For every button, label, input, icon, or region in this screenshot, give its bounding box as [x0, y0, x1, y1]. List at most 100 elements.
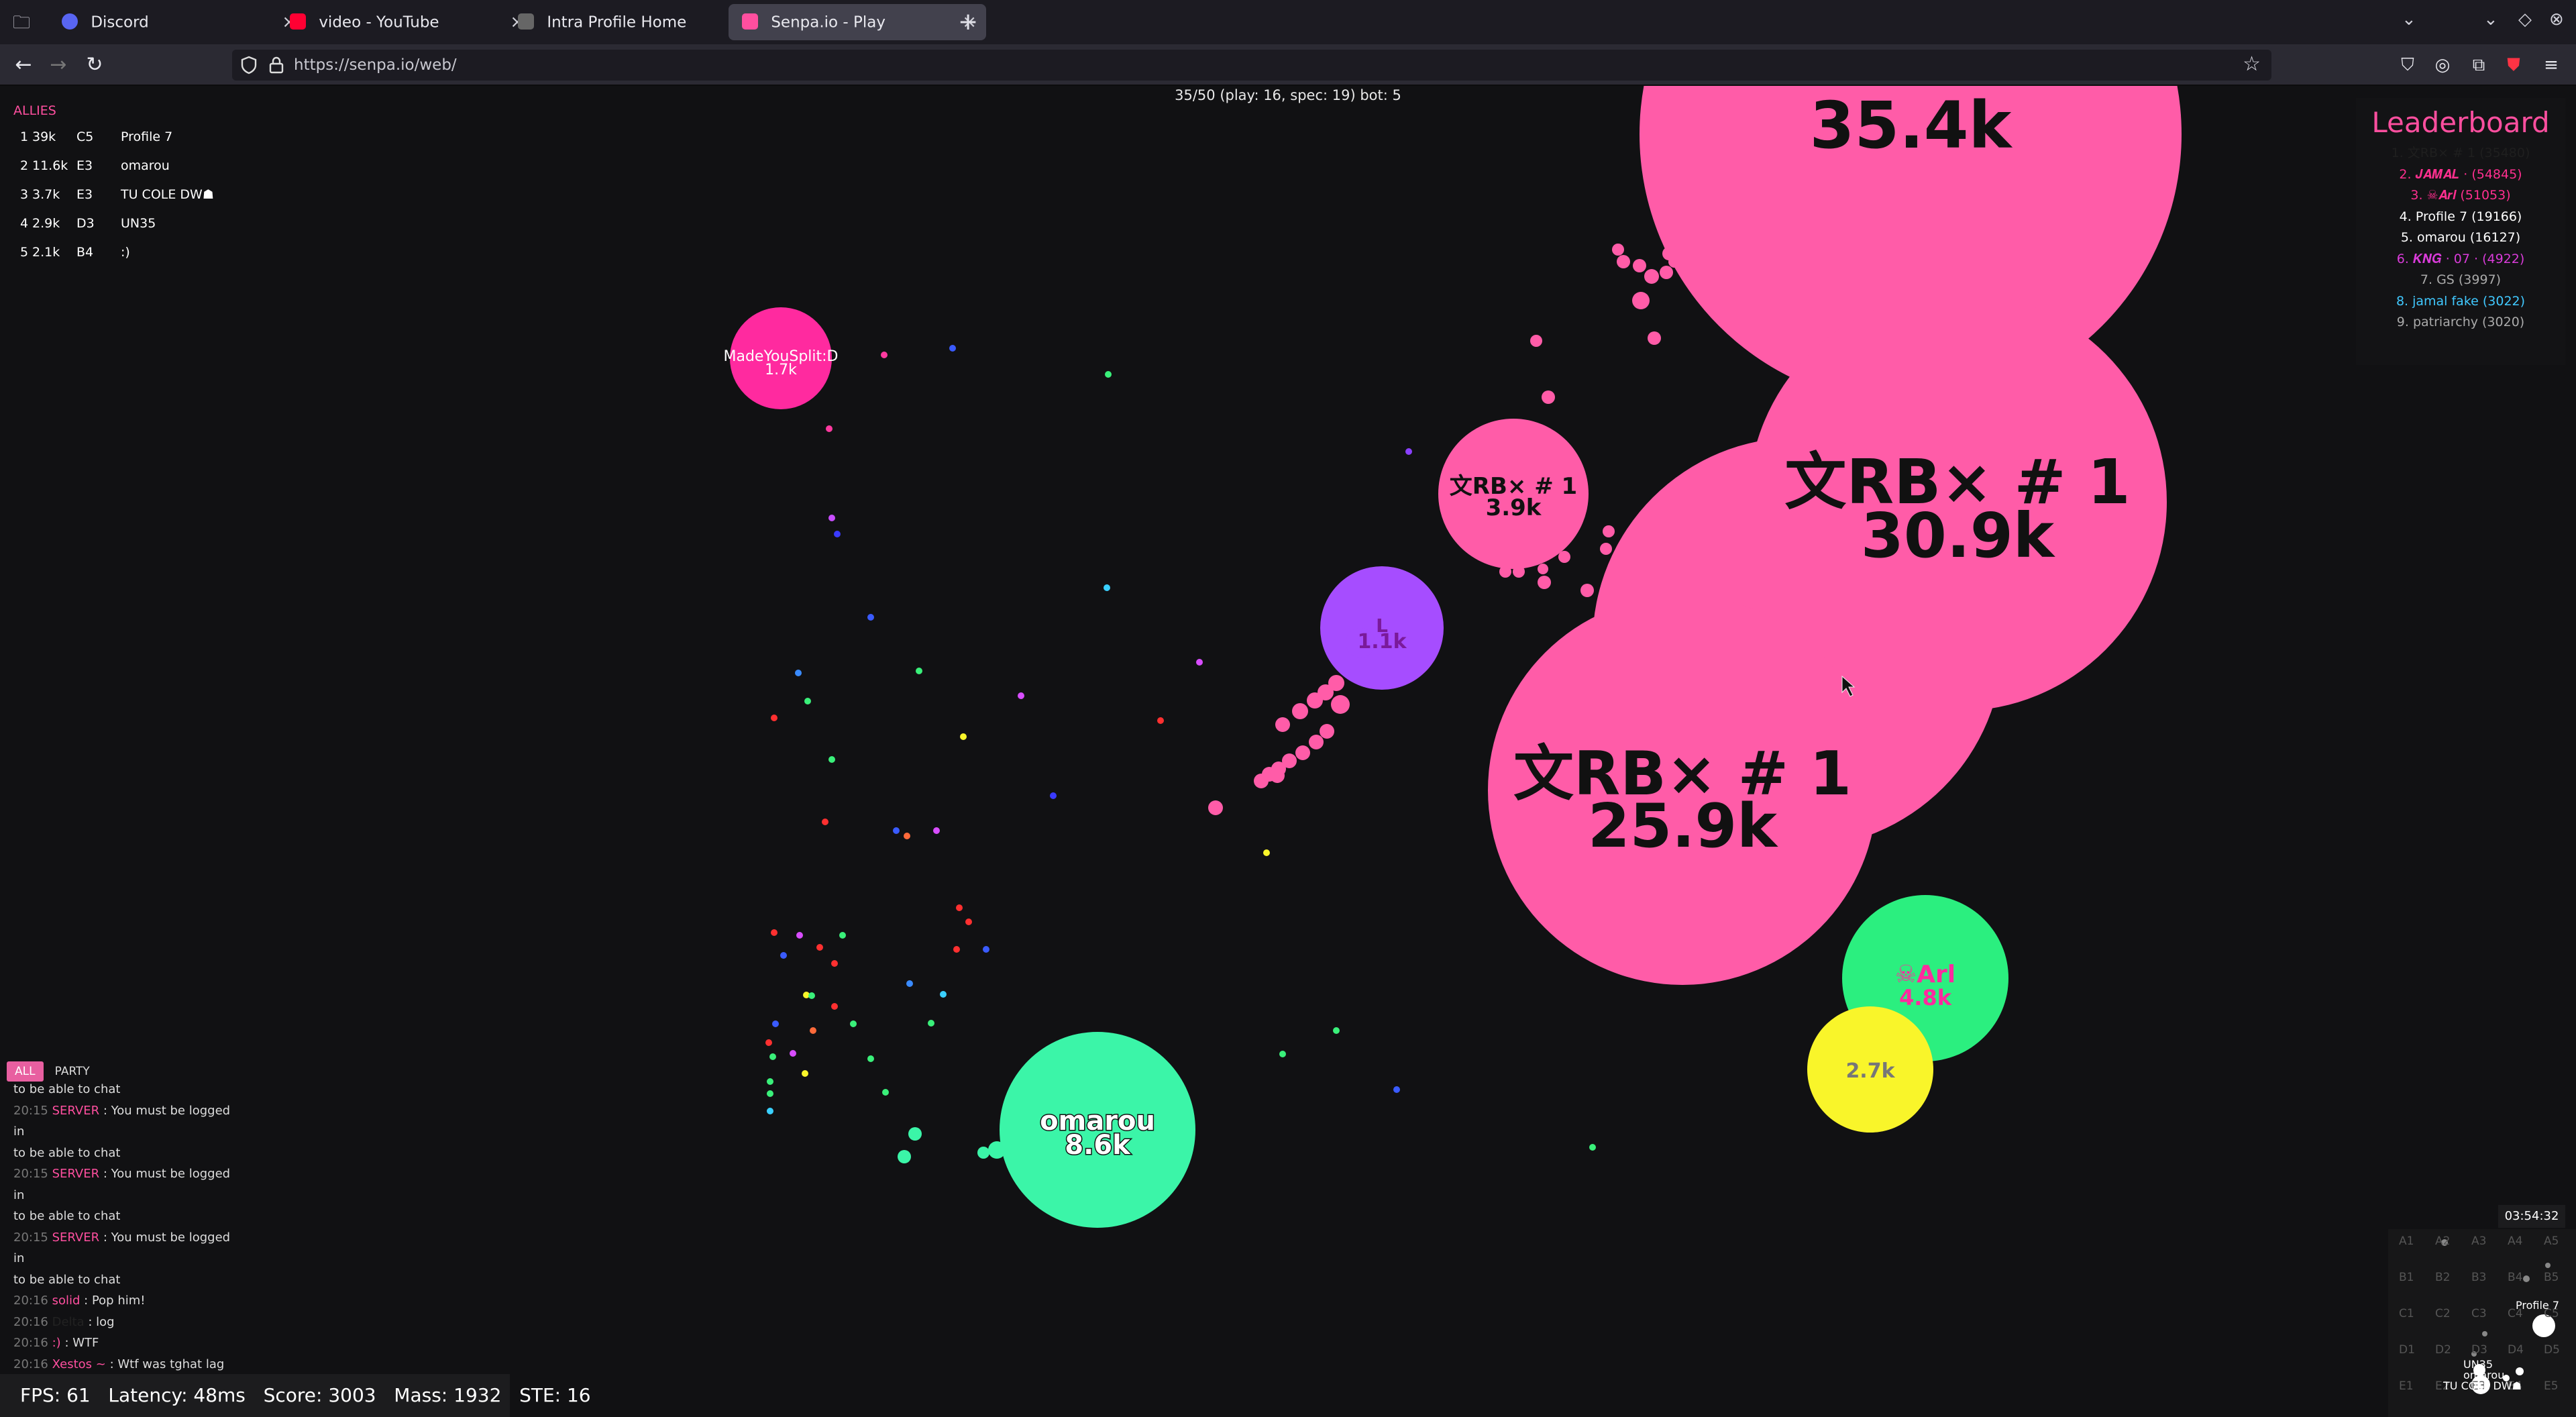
chat-text: : WTF [64, 1336, 99, 1350]
cell-mass: 3.9k [1486, 494, 1542, 521]
minimap-grid-label: E1 [2399, 1379, 2414, 1393]
food-pellet [956, 904, 963, 911]
food-pellet [965, 919, 972, 925]
chat-message: 20:16 :) : WTF [13, 1332, 239, 1354]
ally-cell: B4 [76, 245, 94, 260]
chat-sender[interactable]: :) [52, 1336, 61, 1350]
tab-list-icon[interactable]: 🗀 [8, 9, 35, 36]
chat-text: to be able to chat [13, 1209, 121, 1223]
food-pellet [960, 733, 967, 740]
ally-name: UN35 [121, 216, 156, 231]
reload-icon[interactable]: ↻ [80, 51, 109, 79]
chat-log[interactable]: to be able to chat 20:15 SERVER : You mus… [13, 1079, 239, 1375]
leaderboard-entry: 1. 文RB× # 1 (35480) [2391, 146, 2530, 160]
lock-icon[interactable] [268, 56, 284, 74]
extensions-icon[interactable]: ⧉ [2467, 54, 2490, 76]
chat-text: : Pop him! [84, 1294, 146, 1308]
minimap-grid-label: D2 [2435, 1343, 2451, 1357]
pocket-icon[interactable]: ⛉ [2396, 54, 2419, 76]
senpa-icon [742, 13, 758, 30]
back-icon[interactable]: ← [9, 51, 38, 79]
tab-senpa[interactable]: Senpa.io - Play × [729, 4, 986, 40]
game-canvas[interactable]: 文RB× # 1 35.4k 文RB× # 1 30.9k 文RB× # 1 2… [0, 86, 2576, 1417]
chat-sender[interactable]: Xestos ~ [52, 1357, 106, 1371]
close-window-icon[interactable]: ⊗ [2549, 9, 2564, 30]
chat-message: 20:15 SERVER : You must be logged in [13, 1163, 239, 1206]
minimap-grid-label: A1 [2399, 1235, 2414, 1248]
leaderboard-entry: 2. 𝑱𝑨𝑴𝑨𝑳 · (54845) [2399, 166, 2522, 182]
minimap-grid-label: B1 [2399, 1271, 2414, 1284]
tab-bar: 🗀 Discord × video - YouTube × Intra Prof… [0, 0, 2576, 44]
food-pellet [772, 1020, 779, 1027]
new-tab-button[interactable]: + [958, 8, 978, 36]
ally-row: 5 2.1k B4 :) [13, 240, 228, 269]
discord-icon [62, 13, 78, 30]
chat-message: 20:16 solid : Pop him! [13, 1290, 239, 1312]
minimap-grid-label: D3 [2471, 1343, 2487, 1357]
minimap-grid-label: D4 [2508, 1343, 2524, 1357]
leaderboard-entry: 9. patriarchy (3020) [2396, 315, 2525, 329]
food-pellet [1333, 1027, 1340, 1034]
menu-icon[interactable]: ≡ [2540, 54, 2563, 76]
cell-name: ☠Arl [1895, 961, 1955, 988]
ublock-icon[interactable]: ⛊ [2502, 54, 2525, 76]
food-pellet [769, 1053, 776, 1060]
cell-mass: 1.1k [1357, 630, 1407, 653]
chat-sender[interactable]: SERVER [52, 1104, 100, 1118]
ally-rank: 3 [20, 187, 29, 202]
account-icon[interactable]: ◎ [2431, 54, 2454, 76]
ally-cell: E3 [76, 187, 93, 202]
leaderboard-entry: 7. GS (3997) [2420, 272, 2502, 287]
tab-title: video - YouTube [319, 13, 439, 32]
minimap-grid-label: B5 [2544, 1271, 2559, 1284]
chat-message: 20:15 SERVER : You must be logged in [13, 1100, 239, 1143]
food-pellet [771, 715, 777, 721]
leaderboard-entry: 8. jamal fake (3022) [2396, 293, 2526, 309]
minimap-grid-label: D1 [2399, 1343, 2415, 1357]
tab-youtube[interactable]: video - YouTube × [276, 4, 534, 40]
chat-message: to be able to chat [13, 1269, 239, 1291]
food-pellet [767, 1090, 773, 1097]
stats-bar: FPS: 61 Latency: 48ms Score: 3003 Mass: … [0, 1374, 591, 1417]
chat-sender[interactable]: SERVER [52, 1167, 100, 1181]
42-icon [518, 13, 534, 30]
food-pellet [834, 531, 841, 537]
ally-rank: 2 [20, 158, 29, 173]
tab-list-dropdown-icon[interactable]: ⌄ [2402, 9, 2416, 30]
address-bar[interactable]: https://senpa.io/web/ ☆ [232, 50, 2271, 81]
game-field[interactable]: 文RB× # 1 35.4k 文RB× # 1 30.9k 文RB× # 1 2… [0, 86, 2576, 1417]
leaderboard-entry: 3. ☠𝑨𝒓𝒍 (51053) [2410, 188, 2511, 203]
maximize-icon[interactable]: ◇ [2518, 9, 2532, 30]
leaderboard-list: 1. 文RB× # 1 (35480) 2. 𝑱𝑨𝑴𝑨𝑳 · (54845) 3. … [2356, 143, 2565, 333]
minimap: A1 A2 A3 A4 A5 B1 B2 B3 B4 B5 C1 C2 C3 C4 C5 D1 D2 D3 D4 D5… [2388, 1229, 2576, 1417]
ally-mass: 39k [32, 129, 56, 144]
bookmark-star-icon[interactable]: ☆ [2243, 52, 2261, 76]
ally-name: :) [121, 245, 130, 260]
food-pellet [928, 1020, 934, 1027]
minimap-player-name: TU COLE DW☗ [2443, 1379, 2522, 1392]
minimap-grid-label: A4 [2508, 1235, 2523, 1248]
tab-intra[interactable]: Intra Profile Home × [504, 4, 762, 40]
food-pellet [933, 827, 940, 834]
food-pellet [790, 1050, 796, 1057]
food-pellet [953, 946, 960, 953]
chat-sender[interactable]: Delta [52, 1315, 85, 1329]
tab-discord[interactable]: Discord × [48, 4, 306, 40]
minimap-grid-label: E5 [2544, 1379, 2559, 1393]
forward-icon[interactable]: → [44, 51, 72, 79]
ejected-mass [898, 1150, 911, 1163]
shield-icon[interactable] [240, 56, 258, 74]
chat-message: 20:15 SERVER : You must be logged in [13, 1227, 239, 1269]
food-pellet [795, 670, 802, 676]
food-pellet [802, 1070, 808, 1077]
url-text[interactable]: https://senpa.io/web/ [294, 50, 457, 81]
chat-sender[interactable]: SERVER [52, 1230, 100, 1245]
food-pellet [1405, 448, 1412, 455]
chat-sender[interactable]: solid [52, 1294, 80, 1308]
tab-title: Intra Profile Home [547, 13, 687, 32]
food-pellet [940, 991, 947, 998]
food-pellet [1104, 584, 1110, 591]
minimap-grid-label: A2 [2435, 1235, 2451, 1248]
chat-message: to be able to chat [13, 1206, 239, 1227]
minimize-icon[interactable]: ⌄ [2483, 9, 2498, 30]
